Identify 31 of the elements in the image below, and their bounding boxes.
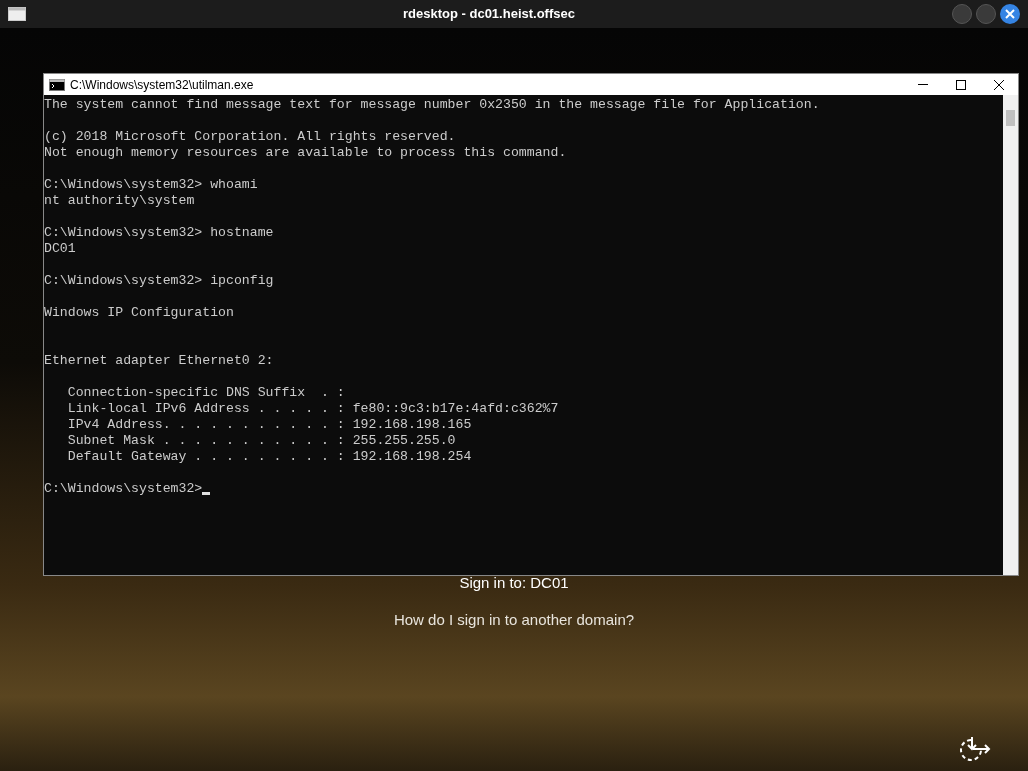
console-line: DC01 <box>44 241 76 257</box>
close-icon <box>1005 9 1015 19</box>
console-line: C:\Windows\system32> hostname <box>44 225 274 241</box>
command-prompt: C:\Windows\system32> <box>44 481 203 497</box>
console-line: Windows IP Configuration <box>44 305 234 321</box>
scrollbar-thumb[interactable] <box>1006 110 1015 126</box>
console-line: The system cannot find message text for message number 0x2350 in the message file for Application. <box>44 97 820 113</box>
console-title: C:\Windows\system32\utilman.exe <box>70 76 255 94</box>
console-line: Default Gateway . . . . . . . . . : 192.168.198.254 <box>66 449 472 465</box>
maximize-icon <box>956 79 966 90</box>
minimize-button[interactable] <box>952 4 972 24</box>
other-domain-link[interactable]: How do I sign in to another domain? <box>393 608 635 631</box>
console-line: Connection-specific DNS Suffix . : <box>66 385 345 401</box>
ease-of-access-icon[interactable] <box>959 736 991 764</box>
console-line: IPv4 Address. . . . . . . . . . . : 192.168.198.165 <box>66 417 472 433</box>
close-icon <box>994 79 1004 90</box>
scrollbar[interactable] <box>1003 95 1018 575</box>
console-line: nt authority\system <box>44 193 195 209</box>
console-line: C:\Windows\system32> ipconfig <box>44 273 274 289</box>
console-line: Subnet Mask . . . . . . . . . . . : 255.255.255.0 <box>66 433 456 449</box>
console-line: Not enough memory resources are available to process this command. <box>44 145 567 161</box>
console-line: Ethernet adapter Ethernet0 2: <box>44 353 274 369</box>
window-title: rdesktop - dc01.heist.offsec <box>403 5 575 24</box>
close-button[interactable] <box>1000 4 1020 24</box>
window-icon <box>8 7 26 21</box>
sign-in-target: Sign in to: DC01 <box>459 573 569 593</box>
console-icon <box>49 78 65 91</box>
console-line: C:\Windows\system32> whoami <box>44 177 258 193</box>
console-line: Link-local IPv6 Address . . . . . : fe80::9c3:b17e:4afd:c362%7 <box>66 401 559 417</box>
minimize-icon <box>918 84 928 85</box>
console-line: (c) 2018 Microsoft Corporation. All rights reserved. <box>44 129 456 145</box>
